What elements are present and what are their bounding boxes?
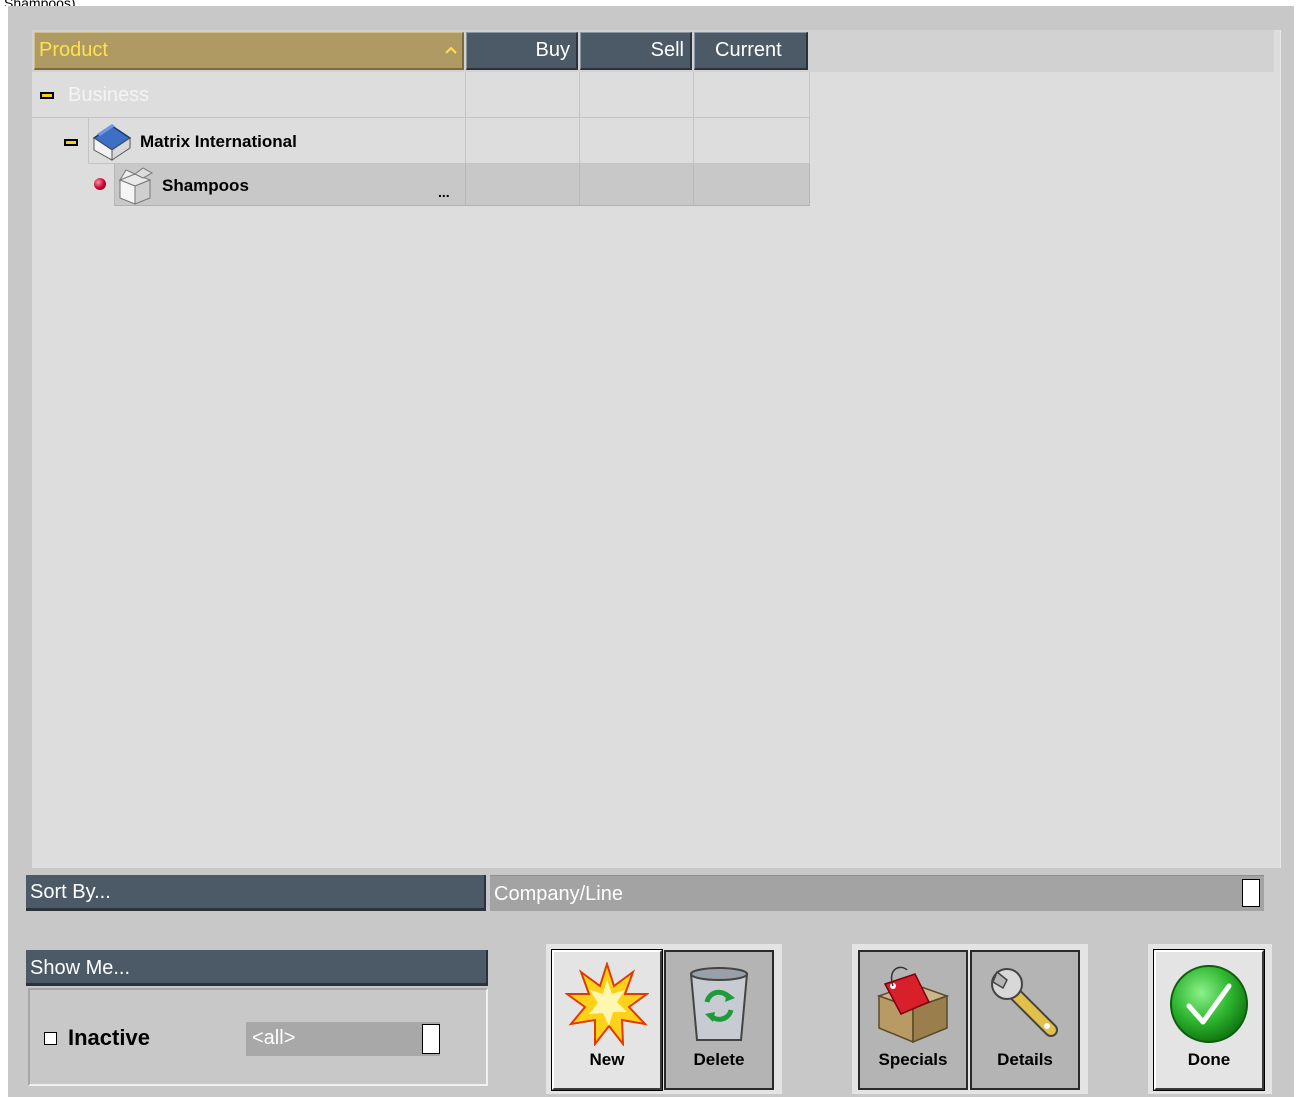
- column-header-current[interactable]: Current: [694, 32, 808, 70]
- cell-buy: [466, 164, 580, 206]
- cell-current: [694, 118, 810, 164]
- sort-ascending-icon: [444, 42, 458, 60]
- collapse-minus-icon[interactable]: [64, 139, 78, 146]
- inactive-checkbox-label[interactable]: Inactive: [68, 1025, 150, 1051]
- dropdown-arrow-icon[interactable]: ▼: [1242, 879, 1260, 907]
- cell-current: [694, 164, 810, 206]
- done-button[interactable]: Done: [1153, 949, 1265, 1091]
- column-header-sell-label: Sell: [650, 39, 684, 61]
- dropdown-arrow-icon[interactable]: ▼: [422, 1024, 440, 1054]
- cell-current: [694, 72, 810, 118]
- details-button-label: Details: [997, 1050, 1053, 1069]
- show-me-panel: Show Me... Inactive <all> ▼: [26, 950, 490, 1088]
- company-house-icon: [88, 120, 136, 167]
- checkmark-done-icon: [1170, 965, 1248, 1043]
- show-me-body: Inactive <all> ▼: [28, 988, 488, 1086]
- sort-by-label: Sort By...: [26, 875, 486, 911]
- show-me-label: Show Me...: [26, 950, 488, 986]
- starburst-new-icon: [565, 962, 649, 1046]
- recycle-bin-icon: [689, 967, 749, 1041]
- column-header-current-label: Current: [715, 39, 782, 61]
- price-tag-box-icon: [876, 966, 950, 1044]
- wrench-icon: [991, 968, 1058, 1037]
- specials-button[interactable]: Specials: [858, 950, 968, 1090]
- column-header-buy[interactable]: Buy: [466, 32, 578, 70]
- details-button[interactable]: Details: [970, 950, 1080, 1090]
- done-group: Done: [1148, 944, 1272, 1094]
- delete-button-label: Delete: [693, 1050, 745, 1069]
- tree-row-label: Matrix International: [140, 132, 297, 151]
- window-title-fragment: Shampoos): [0, 0, 174, 6]
- sort-bar: Sort By... Company/Line ▼: [26, 875, 1264, 911]
- record-actions-group: New Delete: [546, 944, 782, 1094]
- sort-by-value: Company/Line: [494, 883, 623, 905]
- cell-buy: [466, 72, 580, 118]
- new-button-label: New: [589, 1050, 625, 1069]
- status-bullet-icon: [94, 178, 106, 190]
- collapse-minus-icon[interactable]: [40, 92, 54, 99]
- main-window: Product Buy Sell Current Business Matrix…: [8, 6, 1294, 1097]
- specials-button-label: Specials: [878, 1050, 948, 1069]
- inactive-checkbox[interactable]: [44, 1032, 57, 1045]
- tree-row-business[interactable]: Business: [32, 72, 810, 118]
- column-header-product-label: Product: [39, 39, 108, 61]
- tree-row-label: Business: [68, 84, 150, 106]
- product-tools-group: Specials Details: [852, 944, 1088, 1094]
- cell-buy: [466, 118, 580, 164]
- column-header-buy-label: Buy: [535, 39, 570, 61]
- product-tree-grid: Product Buy Sell Current Business Matrix…: [32, 30, 1281, 868]
- column-header-sell[interactable]: Sell: [580, 32, 692, 70]
- delete-button[interactable]: Delete: [664, 950, 774, 1090]
- cell-sell: [580, 118, 694, 164]
- column-header-product[interactable]: Product: [34, 32, 464, 70]
- show-filter-select[interactable]: <all> ▼: [246, 1022, 440, 1056]
- tree-row-matrix-international[interactable]: Matrix International: [32, 118, 810, 164]
- cell-sell: [580, 72, 694, 118]
- done-button-label: Done: [1187, 1050, 1231, 1069]
- new-button[interactable]: New: [551, 949, 663, 1091]
- product-box-icon: [116, 166, 154, 211]
- tree-row-label: Shampoos: [162, 176, 249, 195]
- sort-by-select[interactable]: Company/Line ▼: [490, 875, 1264, 911]
- more-options-button[interactable]: ...: [438, 184, 450, 200]
- show-filter-value: <all>: [252, 1027, 296, 1049]
- tree-row-shampoos[interactable]: Shampoos ...: [32, 164, 810, 206]
- cell-sell: [580, 164, 694, 206]
